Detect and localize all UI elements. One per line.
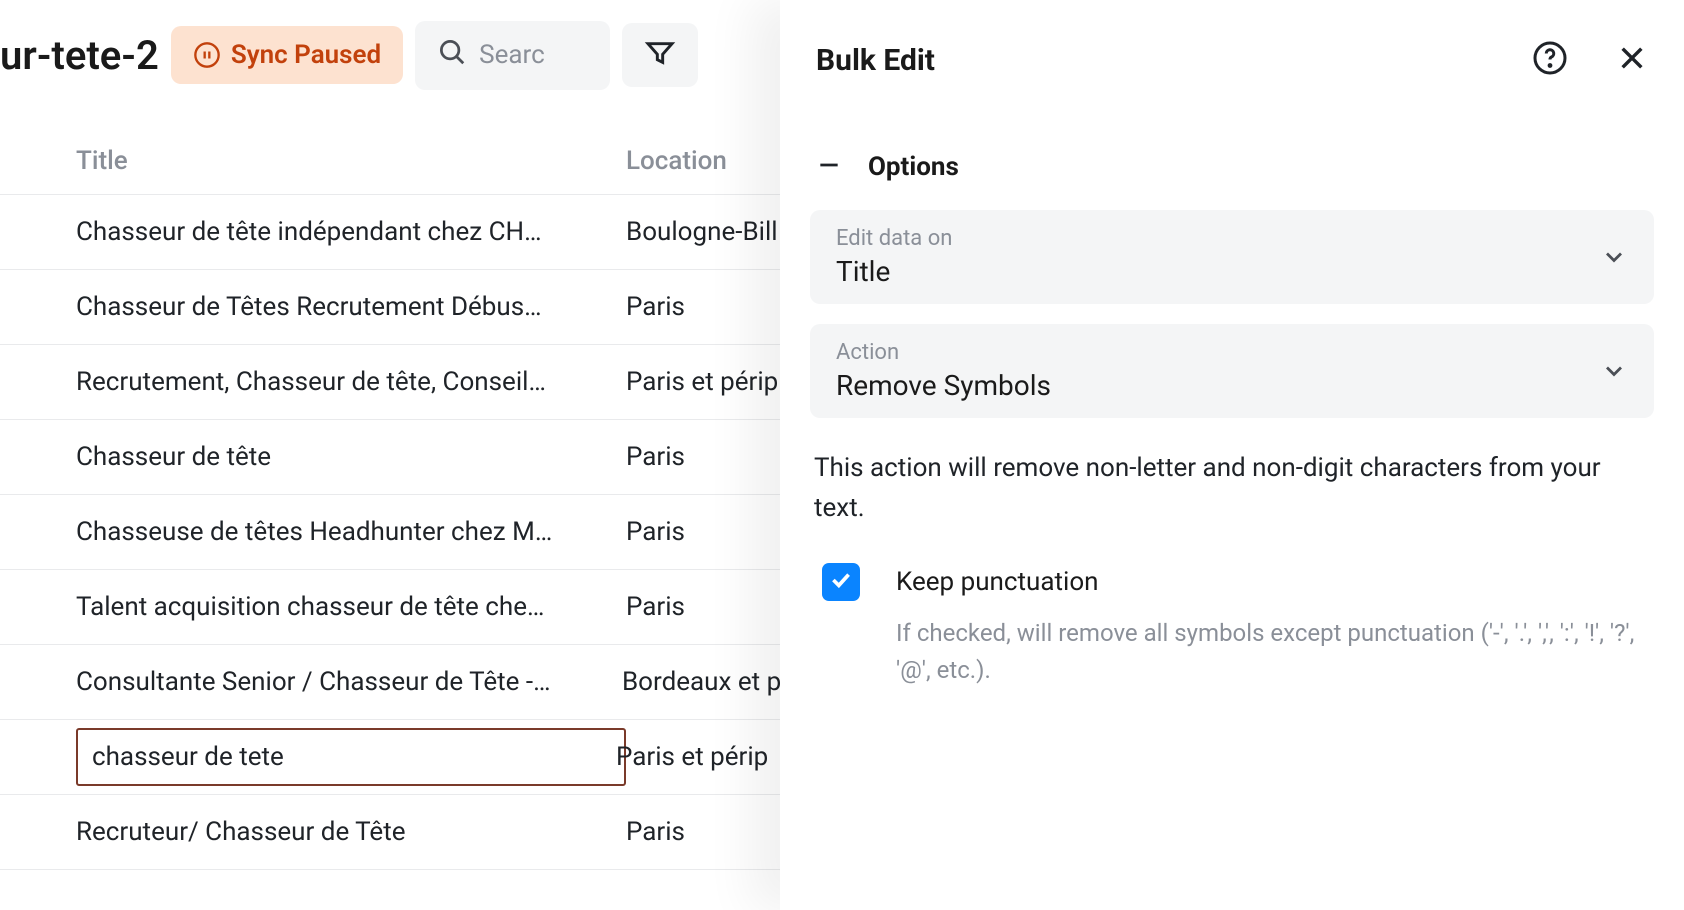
action-value: Remove Symbols [836,369,1051,402]
options-header[interactable]: Options [810,152,1654,182]
table-row[interactable]: Chasseuse de têtes Headhunter chez M…Par… [0,495,780,570]
cell-title[interactable]: Talent acquisition chasseur de tête che… [76,592,626,622]
filter-icon [644,37,676,73]
table-row[interactable]: Recrutement, Chasseur de tête, Conseil…P… [0,345,780,420]
cell-location[interactable]: Paris et périp [616,742,768,772]
table-row[interactable]: Chasseur de tête indépendant chez CH…Bou… [0,195,780,270]
search-icon [437,37,467,74]
pause-icon [193,41,221,69]
cell-location[interactable]: Paris [626,592,685,622]
keep-punctuation-option: Keep punctuation If checked, will remove… [810,563,1654,689]
keep-punctuation-checkbox[interactable] [822,563,860,601]
table-row[interactable]: Chasseur de têteParis [0,420,780,495]
edit-data-label: Edit data on [836,226,952,251]
help-button[interactable] [1532,40,1568,80]
data-table: Title Location Chasseur de tête indépend… [0,110,780,870]
search-placeholder: Searc [479,40,545,70]
keep-punctuation-label: Keep punctuation [896,567,1099,597]
keep-punctuation-help: If checked, will remove all symbols exce… [896,615,1654,689]
column-header-location[interactable]: Location [626,146,727,176]
toolbar: ur-tete-2 Sync Paused Searc [0,0,780,110]
cell-title[interactable]: Chasseuse de têtes Headhunter chez M… [76,517,626,547]
action-description: This action will remove non-letter and n… [814,448,1650,529]
page-title: ur-tete-2 [0,32,159,79]
edit-data-dropdown[interactable]: Edit data on Title [810,210,1654,304]
search-input[interactable]: Searc [415,21,610,90]
cell-title[interactable]: Chasseur de Têtes Recrutement Débus… [76,292,626,322]
cell-location[interactable]: Paris et périp [626,367,778,397]
table-row[interactable]: Consultante Senior / Chasseur de Tête -…… [0,645,780,720]
options-label: Options [868,152,959,182]
filter-button[interactable] [622,23,698,87]
cell-location[interactable]: Paris [626,292,685,322]
cell-title[interactable]: Chasseur de tête [76,442,626,472]
sync-status-label: Sync Paused [231,40,381,70]
cell-location[interactable]: Paris [626,817,685,847]
check-icon [828,567,854,597]
table-panel: ur-tete-2 Sync Paused Searc Title Locati… [0,0,780,910]
panel-header: Bulk Edit [810,40,1654,80]
chevron-down-icon [1600,243,1628,271]
cell-title[interactable]: Recrutement, Chasseur de tête, Conseil… [76,367,626,397]
cell-location[interactable]: Paris [626,517,685,547]
table-header: Title Location [0,128,780,195]
collapse-icon [816,152,842,182]
column-header-title[interactable]: Title [76,146,626,176]
panel-title: Bulk Edit [816,43,935,78]
cell-title[interactable]: Consultante Senior / Chasseur de Tête -… [76,667,622,697]
cell-location[interactable]: Boulogne-Bill [626,217,778,247]
bulk-edit-panel: Bulk Edit Options Edit data on Title [780,0,1684,910]
table-row[interactable]: Recruteur/ Chasseur de TêteParis [0,795,780,870]
action-label: Action [836,340,1051,365]
cell-title[interactable]: chasseur de tete [76,728,626,786]
sync-status-badge[interactable]: Sync Paused [171,26,403,84]
close-icon [1616,42,1648,78]
chevron-down-icon [1600,357,1628,385]
table-row[interactable]: chasseur de teteParis et périp [0,720,780,795]
edit-data-value: Title [836,255,952,288]
cell-title[interactable]: Recruteur/ Chasseur de Tête [76,817,626,847]
close-button[interactable] [1616,42,1648,78]
cell-location[interactable]: Paris [626,442,685,472]
table-row[interactable]: Chasseur de Têtes Recrutement Débus…Pari… [0,270,780,345]
cell-location[interactable]: Bordeaux et p [622,667,780,697]
help-icon [1532,40,1568,80]
cell-title[interactable]: Chasseur de tête indépendant chez CH… [76,217,626,247]
action-dropdown[interactable]: Action Remove Symbols [810,324,1654,418]
table-row[interactable]: Talent acquisition chasseur de tête che…… [0,570,780,645]
